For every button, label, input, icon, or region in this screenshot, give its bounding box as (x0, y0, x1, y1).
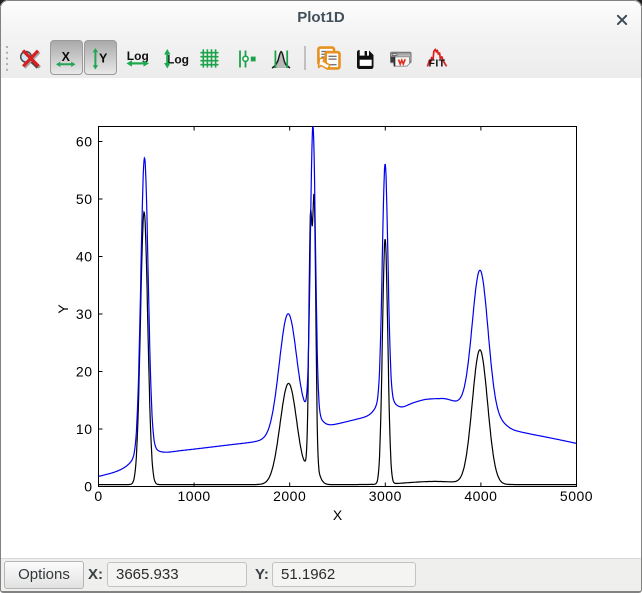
svg-text:Log: Log (167, 53, 189, 67)
svg-text:2000: 2000 (273, 488, 306, 504)
svg-text:0: 0 (94, 488, 102, 504)
svg-text:50: 50 (76, 191, 93, 207)
svg-text:FIT: FIT (429, 58, 446, 70)
svg-text:10: 10 (76, 421, 93, 437)
svg-text:0: 0 (84, 479, 92, 495)
svg-text:40: 40 (76, 249, 93, 265)
svg-text:30: 30 (76, 306, 93, 322)
svg-text:4000: 4000 (464, 488, 497, 504)
svg-text:5000: 5000 (560, 488, 593, 504)
svg-text:3000: 3000 (369, 488, 402, 504)
svg-text:X: X (62, 50, 71, 64)
svg-text:X: X (333, 507, 343, 523)
svg-text:Y: Y (99, 52, 108, 66)
svg-text:20: 20 (76, 364, 93, 380)
svg-text:Y: Y (55, 304, 71, 314)
svg-text:60: 60 (76, 134, 93, 150)
svg-text:1000: 1000 (178, 488, 211, 504)
svg-text:Log: Log (127, 49, 149, 63)
